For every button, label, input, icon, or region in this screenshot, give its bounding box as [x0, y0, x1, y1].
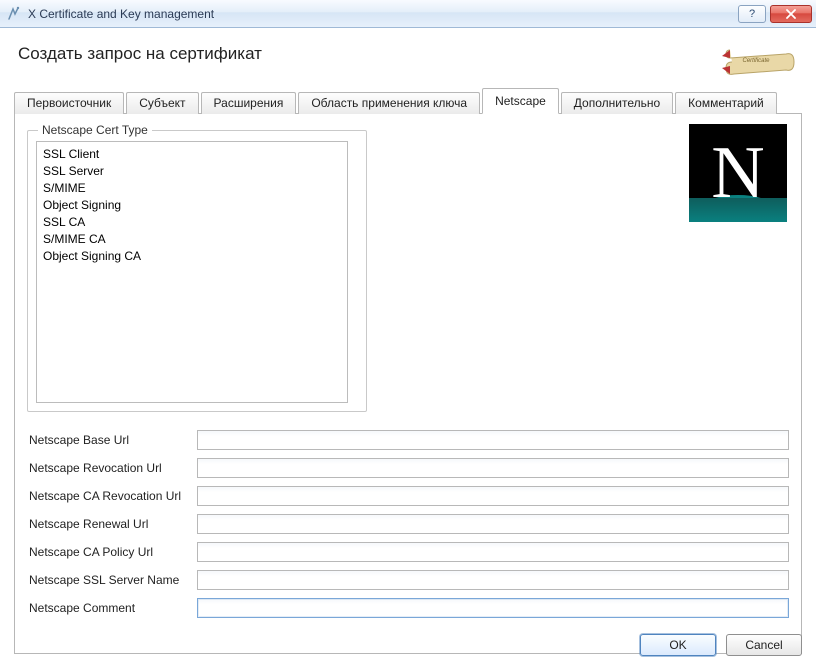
- netscape-revocation-url-input[interactable]: [197, 458, 789, 478]
- list-item[interactable]: S/MIME: [43, 180, 341, 197]
- field-label: Netscape Comment: [27, 601, 197, 615]
- tab-source[interactable]: Первоисточник: [14, 92, 124, 114]
- group-label: Netscape Cert Type: [38, 123, 152, 137]
- window-controls: ?: [738, 5, 812, 23]
- ok-button[interactable]: OK: [640, 634, 716, 656]
- window-title: X Certificate and Key management: [28, 7, 738, 21]
- list-item[interactable]: SSL Client: [43, 146, 341, 163]
- help-button[interactable]: ?: [738, 5, 766, 23]
- tab-label: Netscape: [495, 94, 546, 108]
- netscape-ssl-server-name-input[interactable]: [197, 570, 789, 590]
- field-label: Netscape CA Revocation Url: [27, 489, 197, 503]
- list-item[interactable]: SSL CA: [43, 214, 341, 231]
- list-item[interactable]: Object Signing: [43, 197, 341, 214]
- field-label: Netscape Base Url: [27, 433, 197, 447]
- netscape-comment-input[interactable]: [197, 598, 789, 618]
- button-label: Cancel: [745, 638, 782, 652]
- dialog-buttons: OK Cancel: [640, 634, 802, 656]
- tab-label: Дополнительно: [574, 96, 660, 110]
- netscape-url-fields: Netscape Base Url Netscape Revocation Ur…: [27, 430, 789, 618]
- tab-advanced[interactable]: Дополнительно: [561, 92, 673, 114]
- netscape-cert-type-group: Netscape Cert Type SSL Client SSL Server…: [27, 130, 367, 412]
- netscape-ca-revocation-url-input[interactable]: [197, 486, 789, 506]
- field-label: Netscape Renewal Url: [27, 517, 197, 531]
- tab-netscape[interactable]: Netscape: [482, 88, 559, 114]
- list-item[interactable]: SSL Server: [43, 163, 341, 180]
- tabstrip: Первоисточник Субъект Расширения Область…: [14, 88, 802, 114]
- tab-label: Область применения ключа: [311, 96, 467, 110]
- netscape-base-url-input[interactable]: [197, 430, 789, 450]
- field-label: Netscape SSL Server Name: [27, 573, 197, 587]
- field-label: Netscape Revocation Url: [27, 461, 197, 475]
- netscape-logo-icon: N: [689, 124, 787, 222]
- cert-type-listbox[interactable]: SSL Client SSL Server S/MIME Object Sign…: [36, 141, 348, 403]
- tab-label: Комментарий: [688, 96, 764, 110]
- tab-label: Расширения: [214, 96, 284, 110]
- scroll-emblem-icon: Certificate: [716, 42, 802, 82]
- tab-panel-netscape: Netscape Cert Type SSL Client SSL Server…: [14, 114, 802, 654]
- tab-key-usage[interactable]: Область применения ключа: [298, 92, 480, 114]
- field-label: Netscape CA Policy Url: [27, 545, 197, 559]
- app-icon: [6, 6, 22, 22]
- tab-extensions[interactable]: Расширения: [201, 92, 297, 114]
- titlebar: X Certificate and Key management ?: [0, 0, 816, 28]
- netscape-renewal-url-input[interactable]: [197, 514, 789, 534]
- page-title: Создать запрос на сертификат: [18, 44, 262, 64]
- netscape-ca-policy-url-input[interactable]: [197, 542, 789, 562]
- tab-label: Первоисточник: [27, 96, 111, 110]
- cancel-button[interactable]: Cancel: [726, 634, 802, 656]
- list-item[interactable]: Object Signing CA: [43, 248, 341, 265]
- tab-label: Субъект: [139, 96, 185, 110]
- tab-subject[interactable]: Субъект: [126, 92, 198, 114]
- tab-comment[interactable]: Комментарий: [675, 92, 777, 114]
- svg-text:Certificate: Certificate: [742, 58, 770, 64]
- list-item[interactable]: S/MIME CA: [43, 231, 341, 248]
- close-button[interactable]: [770, 5, 812, 23]
- button-label: OK: [669, 638, 686, 652]
